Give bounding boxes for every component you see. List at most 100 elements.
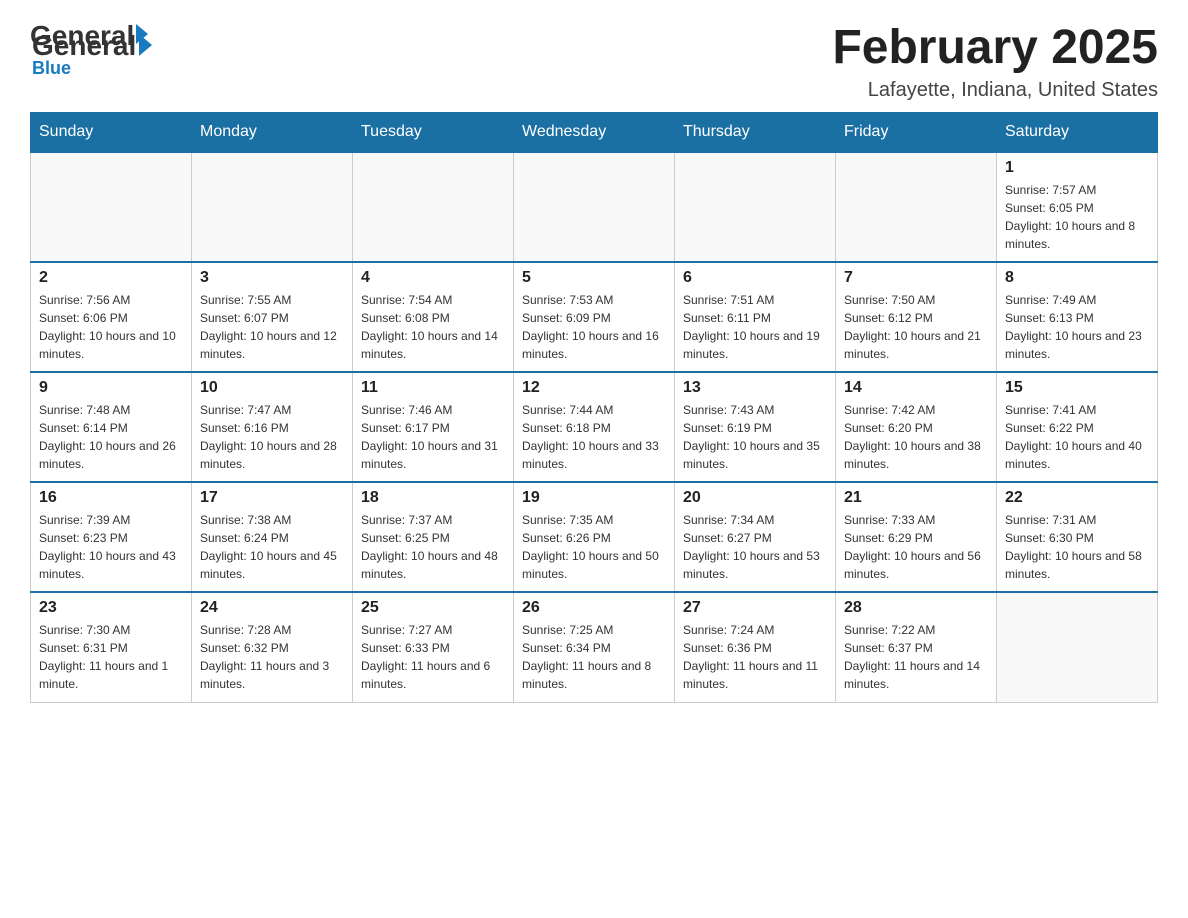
calendar-week-3: 9 Sunrise: 7:48 AM Sunset: 6:14 PM Daylig… [31, 372, 1158, 482]
calendar-cell: 21 Sunrise: 7:33 AM Sunset: 6:29 PM Dayli… [836, 482, 997, 592]
calendar-cell: 8 Sunrise: 7:49 AM Sunset: 6:13 PM Daylig… [997, 262, 1158, 372]
location: Lafayette, Indiana, United States [832, 79, 1158, 102]
day-info: Sunrise: 7:41 AM Sunset: 6:22 PM Dayligh… [1005, 401, 1149, 473]
day-info: Sunrise: 7:51 AM Sunset: 6:11 PM Dayligh… [683, 291, 827, 363]
day-number: 24 [200, 599, 344, 617]
day-info: Sunrise: 7:38 AM Sunset: 6:24 PM Dayligh… [200, 511, 344, 583]
day-number: 11 [361, 379, 505, 397]
day-number: 15 [1005, 379, 1149, 397]
calendar-week-2: 2 Sunrise: 7:56 AM Sunset: 6:06 PM Daylig… [31, 262, 1158, 372]
calendar-week-5: 23 Sunrise: 7:30 AM Sunset: 6:31 PM Dayli… [31, 592, 1158, 702]
day-number: 21 [844, 489, 988, 507]
day-info: Sunrise: 7:49 AM Sunset: 6:13 PM Dayligh… [1005, 291, 1149, 363]
calendar-cell: 10 Sunrise: 7:47 AM Sunset: 6:16 PM Dayli… [192, 372, 353, 482]
day-info: Sunrise: 7:33 AM Sunset: 6:29 PM Dayligh… [844, 511, 988, 583]
day-number: 8 [1005, 269, 1149, 287]
calendar-cell: 2 Sunrise: 7:56 AM Sunset: 6:06 PM Daylig… [31, 262, 192, 372]
day-info: Sunrise: 7:55 AM Sunset: 6:07 PM Dayligh… [200, 291, 344, 363]
day-info: Sunrise: 7:42 AM Sunset: 6:20 PM Dayligh… [844, 401, 988, 473]
calendar-cell: 27 Sunrise: 7:24 AM Sunset: 6:36 PM Dayli… [675, 592, 836, 702]
month-title: February 2025 [832, 20, 1158, 75]
day-info: Sunrise: 7:47 AM Sunset: 6:16 PM Dayligh… [200, 401, 344, 473]
calendar-cell: 11 Sunrise: 7:46 AM Sunset: 6:17 PM Dayli… [353, 372, 514, 482]
calendar-cell: 17 Sunrise: 7:38 AM Sunset: 6:24 PM Dayli… [192, 482, 353, 592]
day-info: Sunrise: 7:44 AM Sunset: 6:18 PM Dayligh… [522, 401, 666, 473]
calendar-cell: 22Sunrise: 7:31 AM Sunset: 6:30 PM Dayli… [997, 482, 1158, 592]
calendar-cell [997, 592, 1158, 702]
calendar-cell [675, 152, 836, 262]
day-number: 19 [522, 489, 666, 507]
day-number: 6 [683, 269, 827, 287]
calendar-cell: 24 Sunrise: 7:28 AM Sunset: 6:32 PM Dayli… [192, 592, 353, 702]
calendar-cell: 20 Sunrise: 7:34 AM Sunset: 6:27 PM Dayli… [675, 482, 836, 592]
calendar-cell: 25Sunrise: 7:27 AM Sunset: 6:33 PM Dayli… [353, 592, 514, 702]
calendar-cell: 4 Sunrise: 7:54 AM Sunset: 6:08 PM Daylig… [353, 262, 514, 372]
day-info: Sunrise: 7:25 AM Sunset: 6:34 PM Dayligh… [522, 621, 666, 693]
day-info: Sunrise: 7:22 AM Sunset: 6:37 PM Dayligh… [844, 621, 988, 693]
calendar-cell [31, 152, 192, 262]
day-number: 2 [39, 269, 183, 287]
calendar-cell: 1Sunrise: 7:57 AM Sunset: 6:05 PM Daylig… [997, 152, 1158, 262]
logo: General General Blue [30, 20, 152, 79]
calendar-header-wednesday: Wednesday [514, 113, 675, 153]
calendar-header-tuesday: Tuesday [353, 113, 514, 153]
calendar-table: SundayMondayTuesdayWednesdayThursdayFrid… [30, 112, 1158, 703]
calendar-header-row: SundayMondayTuesdayWednesdayThursdayFrid… [31, 113, 1158, 153]
calendar-cell: 5 Sunrise: 7:53 AM Sunset: 6:09 PM Daylig… [514, 262, 675, 372]
day-info: Sunrise: 7:37 AM Sunset: 6:25 PM Dayligh… [361, 511, 505, 583]
day-number: 12 [522, 379, 666, 397]
logo-blue-label: Blue [32, 58, 71, 79]
day-info: Sunrise: 7:48 AM Sunset: 6:14 PM Dayligh… [39, 401, 183, 473]
day-number: 13 [683, 379, 827, 397]
day-info: Sunrise: 7:34 AM Sunset: 6:27 PM Dayligh… [683, 511, 827, 583]
calendar-cell: 12 Sunrise: 7:44 AM Sunset: 6:18 PM Dayli… [514, 372, 675, 482]
logo-triangle-icon [139, 34, 152, 56]
day-info: Sunrise: 7:30 AM Sunset: 6:31 PM Dayligh… [39, 621, 183, 693]
calendar-cell [514, 152, 675, 262]
calendar-cell: 14 Sunrise: 7:42 AM Sunset: 6:20 PM Dayli… [836, 372, 997, 482]
day-number: 14 [844, 379, 988, 397]
calendar-cell: 19 Sunrise: 7:35 AM Sunset: 6:26 PM Dayli… [514, 482, 675, 592]
calendar-cell: 16 Sunrise: 7:39 AM Sunset: 6:23 PM Dayli… [31, 482, 192, 592]
day-info: Sunrise: 7:35 AM Sunset: 6:26 PM Dayligh… [522, 511, 666, 583]
day-info: Sunrise: 7:31 AM Sunset: 6:30 PM Dayligh… [1005, 511, 1149, 583]
day-number: 28 [844, 599, 988, 617]
day-info: Sunrise: 7:28 AM Sunset: 6:32 PM Dayligh… [200, 621, 344, 693]
day-number: 17 [200, 489, 344, 507]
day-info: Sunrise: 7:53 AM Sunset: 6:09 PM Dayligh… [522, 291, 666, 363]
day-info: Sunrise: 7:56 AM Sunset: 6:06 PM Dayligh… [39, 291, 183, 363]
calendar-cell: 18 Sunrise: 7:37 AM Sunset: 6:25 PM Dayli… [353, 482, 514, 592]
day-number: 16 [39, 489, 183, 507]
title-area: February 2025 Lafayette, Indiana, United… [832, 20, 1158, 102]
calendar-cell: 28 Sunrise: 7:22 AM Sunset: 6:37 PM Dayli… [836, 592, 997, 702]
page-header: General General Blue February 2025 Lafay… [30, 20, 1158, 102]
calendar-header-sunday: Sunday [31, 113, 192, 153]
calendar-cell: 9 Sunrise: 7:48 AM Sunset: 6:14 PM Daylig… [31, 372, 192, 482]
calendar-cell: 26 Sunrise: 7:25 AM Sunset: 6:34 PM Dayli… [514, 592, 675, 702]
day-info: Sunrise: 7:54 AM Sunset: 6:08 PM Dayligh… [361, 291, 505, 363]
day-number: 10 [200, 379, 344, 397]
calendar-cell: 13Sunrise: 7:43 AM Sunset: 6:19 PM Dayli… [675, 372, 836, 482]
day-number: 26 [522, 599, 666, 617]
day-info: Sunrise: 7:46 AM Sunset: 6:17 PM Dayligh… [361, 401, 505, 473]
calendar-week-4: 16 Sunrise: 7:39 AM Sunset: 6:23 PM Dayli… [31, 482, 1158, 592]
day-number: 4 [361, 269, 505, 287]
calendar-cell: 7 Sunrise: 7:50 AM Sunset: 6:12 PM Daylig… [836, 262, 997, 372]
day-number: 23 [39, 599, 183, 617]
day-number: 9 [39, 379, 183, 397]
day-number: 18 [361, 489, 505, 507]
day-number: 5 [522, 269, 666, 287]
day-info: Sunrise: 7:50 AM Sunset: 6:12 PM Dayligh… [844, 291, 988, 363]
day-number: 27 [683, 599, 827, 617]
calendar-cell [353, 152, 514, 262]
day-info: Sunrise: 7:24 AM Sunset: 6:36 PM Dayligh… [683, 621, 827, 693]
day-number: 7 [844, 269, 988, 287]
calendar-cell: 3 Sunrise: 7:55 AM Sunset: 6:07 PM Daylig… [192, 262, 353, 372]
day-number: 20 [683, 489, 827, 507]
calendar-header-saturday: Saturday [997, 113, 1158, 153]
calendar-week-1: 1Sunrise: 7:57 AM Sunset: 6:05 PM Daylig… [31, 152, 1158, 262]
calendar-cell: 15 Sunrise: 7:41 AM Sunset: 6:22 PM Dayli… [997, 372, 1158, 482]
day-info: Sunrise: 7:57 AM Sunset: 6:05 PM Dayligh… [1005, 181, 1149, 253]
day-info: Sunrise: 7:39 AM Sunset: 6:23 PM Dayligh… [39, 511, 183, 583]
day-number: 3 [200, 269, 344, 287]
